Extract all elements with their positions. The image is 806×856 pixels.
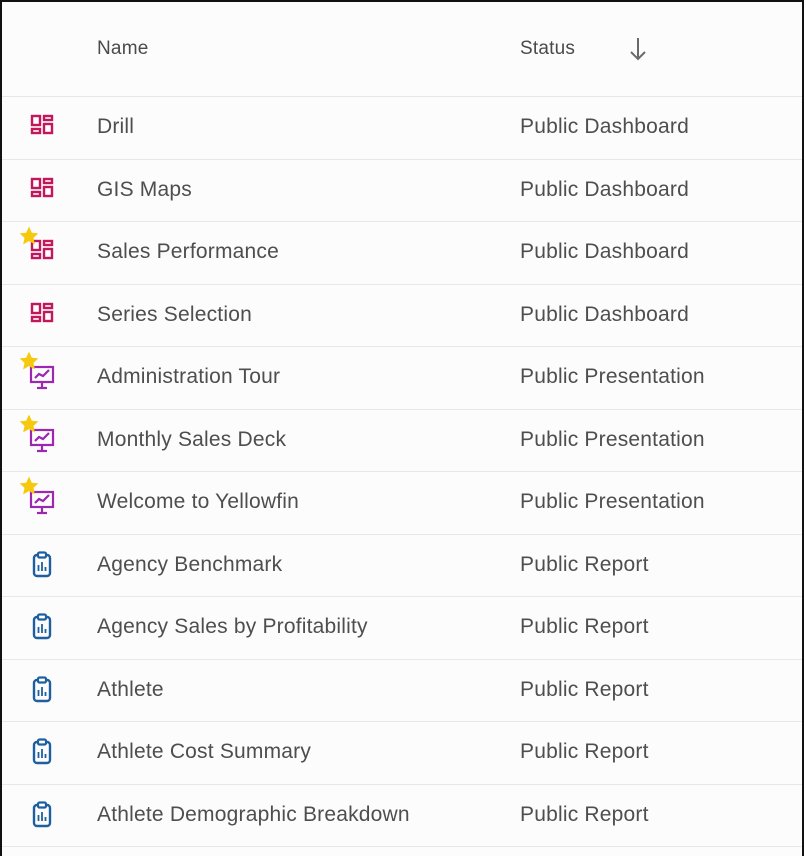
dashboard-icon (30, 302, 54, 322)
item-name[interactable]: Monthly Sales Deck (97, 428, 286, 452)
item-status: Public Report (520, 552, 649, 576)
item-status: Public Presentation (520, 427, 705, 451)
item-type-icon-wrap (19, 476, 60, 519)
item-status: Public Report (520, 677, 649, 701)
list-item[interactable]: Welcome to Yellowfin Public Presentation (2, 472, 802, 535)
item-type-icon-wrap (24, 112, 60, 144)
dashboard-icon (30, 177, 54, 197)
list-header: Name Status (2, 2, 802, 97)
item-type-icon-wrap (19, 351, 60, 394)
item-status: Public Report (520, 615, 649, 638)
list-item[interactable]: Monthly Sales Deck Public Presentation (2, 409, 802, 472)
item-name[interactable]: GIS Maps (97, 178, 192, 202)
report-icon (32, 550, 52, 577)
arrow-down-icon[interactable] (628, 35, 648, 63)
dashboard-icon (30, 114, 54, 135)
item-type-icon-wrap (24, 675, 60, 707)
item-type-icon-wrap (24, 737, 60, 769)
favorite-star-icon (19, 476, 39, 495)
item-status: Public Dashboard (520, 302, 689, 326)
item-name[interactable]: Administration Tour (97, 365, 280, 389)
item-status: Public Dashboard (520, 115, 689, 138)
list-item-partial (2, 847, 802, 856)
list-item[interactable]: Administration Tour Public Presentation (2, 347, 802, 410)
item-type-icon-wrap (19, 226, 60, 269)
item-type-icon-wrap (19, 414, 60, 457)
item-type-icon-wrap (24, 550, 60, 582)
item-status: Public Dashboard (520, 177, 689, 201)
report-icon (32, 800, 52, 827)
list-item[interactable]: Athlete Public Report (2, 659, 802, 722)
list-item[interactable]: Athlete Demographic Breakdown Public Repo… (2, 784, 802, 847)
report-icon (32, 738, 52, 765)
item-status: Public Report (520, 740, 649, 763)
report-icon (32, 675, 52, 702)
list-item[interactable]: Drill Public Dashboard (2, 97, 802, 160)
list-item[interactable]: Agency Benchmark Public Report (2, 534, 802, 597)
item-type-icon-wrap (24, 612, 60, 644)
list-item[interactable]: Sales Performance Public Dashboard (2, 222, 802, 285)
item-status: Public Presentation (520, 365, 705, 388)
content-list: Name Status Drill Public Dashboard GIS Map… (0, 0, 804, 856)
item-name[interactable]: Agency Sales by Profitability (97, 615, 368, 639)
item-name[interactable]: Drill (97, 115, 134, 139)
list-item[interactable]: Series Selection Public Dashboard (2, 284, 802, 347)
list-item[interactable]: GIS Maps Public Dashboard (2, 159, 802, 222)
favorite-star-icon (19, 351, 39, 370)
item-name[interactable]: Athlete (97, 678, 164, 702)
column-header-name[interactable]: Name (97, 38, 148, 60)
item-status: Public Presentation (520, 490, 705, 513)
item-type-icon-wrap (24, 800, 60, 832)
column-header-status[interactable]: Status (520, 38, 575, 60)
item-name[interactable]: Welcome to Yellowfin (97, 490, 299, 514)
favorite-star-icon (19, 226, 39, 245)
item-name[interactable]: Sales Performance (97, 240, 279, 264)
report-icon (32, 613, 52, 640)
item-name[interactable]: Agency Benchmark (97, 553, 282, 577)
list-item[interactable]: Agency Sales by Profitability Public Repo… (2, 597, 802, 660)
item-name[interactable]: Athlete Cost Summary (97, 740, 311, 764)
item-status: Public Dashboard (520, 240, 689, 263)
list-item[interactable]: Athlete Cost Summary Public Report (2, 722, 802, 785)
item-status: Public Report (520, 802, 649, 826)
list-body: Drill Public Dashboard GIS Maps Public Dash… (2, 97, 802, 847)
item-type-icon-wrap (24, 175, 60, 207)
item-name[interactable]: Series Selection (97, 303, 252, 327)
item-type-icon-wrap (24, 300, 60, 332)
favorite-star-icon (19, 414, 39, 432)
item-name[interactable]: Athlete Demographic Breakdown (97, 803, 410, 827)
